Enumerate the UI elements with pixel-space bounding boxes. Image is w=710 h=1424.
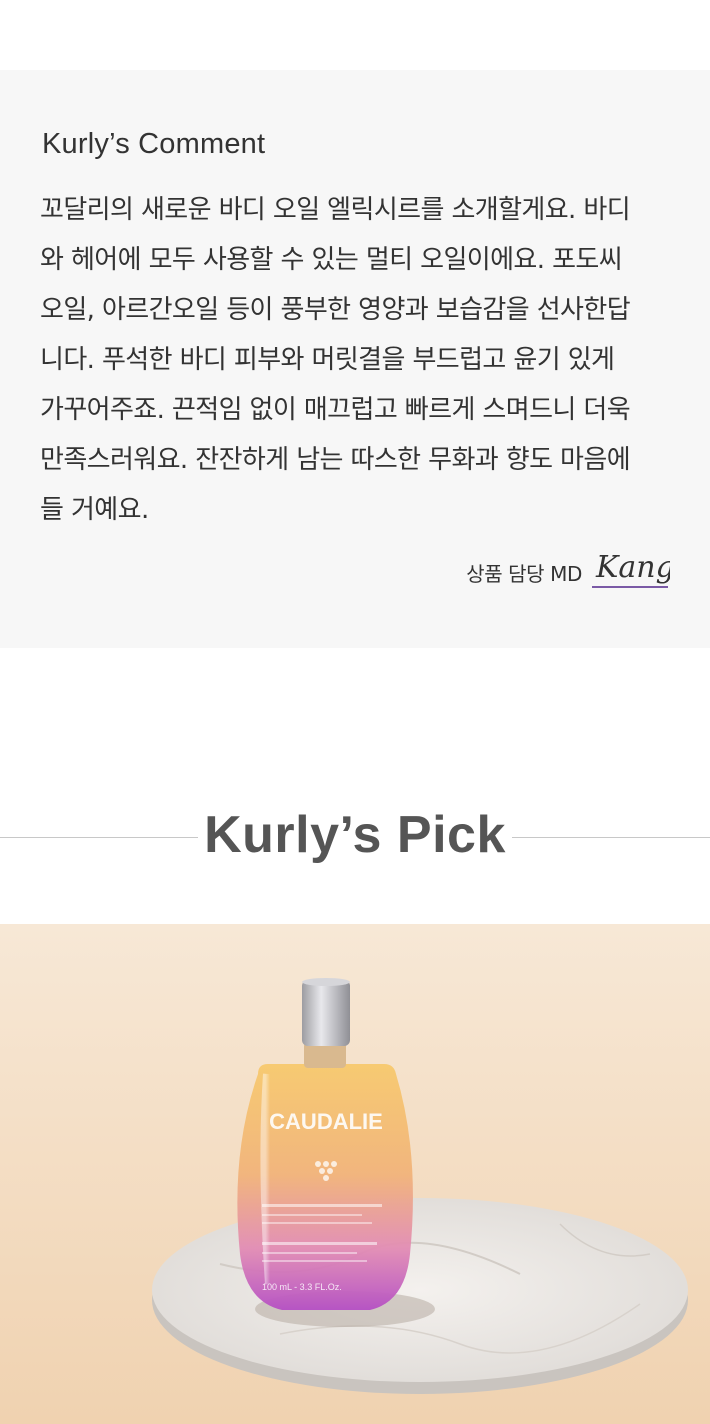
marble-base-top <box>152 1198 688 1382</box>
signature-text: Kang <box>595 550 670 585</box>
comment-line: 꼬달리의 새로운 바디 오일 엘릭시르를 소개할게요. 바디 <box>40 195 631 225</box>
md-signature-block: 상품 담당 MD Kang <box>466 545 670 591</box>
volume-text: 100 mL - 3.3 FL.Oz. <box>262 1282 342 1292</box>
kurly-pick-heading: Kurly’s Pick <box>0 795 710 879</box>
divider-line-right <box>512 837 710 838</box>
comment-line: 들 거예요. <box>40 495 149 525</box>
comment-title: Kurly’s Comment <box>42 128 266 160</box>
product-image: CAUDALIE 100 mL - 3.3 FL.Oz. <box>0 924 710 1424</box>
pick-title: Kurly’s Pick <box>204 806 506 864</box>
md-signature: Kang <box>592 545 670 591</box>
bottle-cap <box>302 980 350 1046</box>
signature-image: Kang <box>592 550 670 588</box>
comment-line: 와 헤어에 모두 사용할 수 있는 멀티 오일이에요. 포도씨 <box>40 245 623 275</box>
comment-line: 가꾸어주죠. 끈적임 없이 매끄럽고 빠르게 스며드니 더욱 <box>40 395 631 425</box>
product-photo-illustration: CAUDALIE 100 mL - 3.3 FL.Oz. <box>0 924 710 1424</box>
comment-line: 니다. 푸석한 바디 피부와 머릿결을 부드럽고 윤기 있게 <box>40 345 615 375</box>
comment-body: 꼬달리의 새로운 바디 오일 엘릭시르를 소개할게요. 바디 와 헤어에 모두 … <box>40 185 680 535</box>
md-label: 상품 담당 MD <box>466 561 582 586</box>
brand-text: CAUDALIE <box>269 1109 383 1134</box>
comment-line: 만족스러워요. 잔잔하게 남는 따스한 무화과 향도 마음에 <box>40 445 631 475</box>
comment-line: 오일, 아르간오일 등이 풍부한 영양과 보습감을 선사한답 <box>40 295 631 325</box>
